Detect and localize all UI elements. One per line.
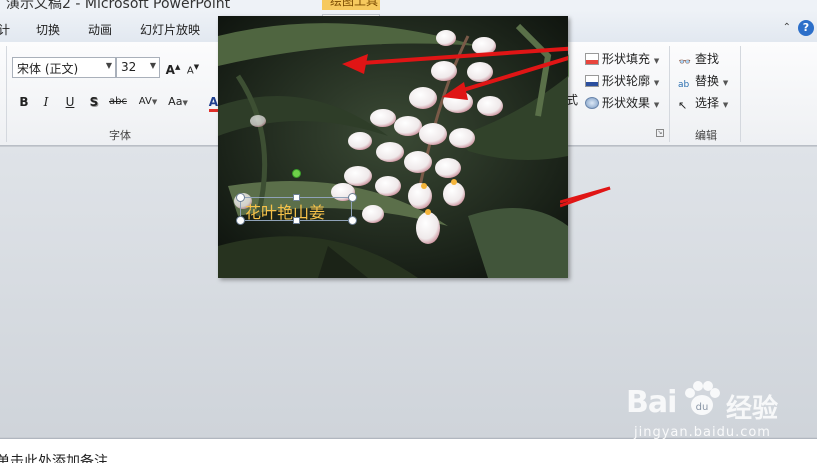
brand-text: 经验 xyxy=(726,394,779,424)
rotation-handle[interactable] xyxy=(292,169,301,178)
find-button[interactable]: 👓 查找 xyxy=(678,50,719,69)
font-group-label: 字体 xyxy=(109,129,131,142)
shape-fill-label: 形状填充 xyxy=(602,52,651,66)
effects-icon xyxy=(585,97,599,109)
resize-handle[interactable] xyxy=(293,194,300,201)
tab-transitions[interactable]: 切换 xyxy=(36,21,60,38)
group-separator xyxy=(669,46,670,142)
grow-font-icon[interactable]: A▲ xyxy=(163,57,183,77)
tab-slideshow[interactable]: 幻灯片放映 xyxy=(140,21,200,38)
binoculars-icon: 👓 xyxy=(678,57,692,68)
font-name-value: 宋体 (正文) xyxy=(17,62,79,76)
notes-placeholder: 单击此处添加备注 xyxy=(0,454,108,463)
help-icon[interactable]: ? xyxy=(798,20,814,36)
font-size-value: 32 xyxy=(121,60,137,74)
contextual-tab-header: 绘图工具 xyxy=(322,0,380,10)
resize-handle[interactable] xyxy=(236,216,245,225)
font-color-label: A xyxy=(208,95,219,112)
select-label: 选择 xyxy=(695,96,720,110)
pencil-icon xyxy=(585,75,599,87)
tab-animations[interactable]: 动画 xyxy=(88,21,112,38)
editing-group-label: 编辑 xyxy=(695,129,717,142)
replace-icon: ab xyxy=(678,80,690,90)
window-title: 演示文稿2 - Microsoft PowerPoint xyxy=(6,0,231,10)
textbox-text: 花叶艳山姜 xyxy=(245,203,326,222)
dialog-launcher-icon[interactable]: ↘ xyxy=(656,129,664,137)
shape-effects-button[interactable]: 形状效果 ▼ xyxy=(585,94,659,111)
shape-fill-button[interactable]: 形状填充 ▼ xyxy=(585,50,659,67)
replace-button[interactable]: ab 替换 ▼ xyxy=(678,72,728,92)
tab-design[interactable]: 计 xyxy=(0,21,10,38)
annotation-arrow-tail xyxy=(560,186,611,208)
contextual-tab-title: 绘图工具 xyxy=(330,0,379,8)
baidu-watermark: Bai du 经验 jingyan.baidu.com xyxy=(626,375,806,445)
shape-outline-button[interactable]: 形状轮廓 ▼ xyxy=(585,72,659,89)
slide[interactable] xyxy=(218,16,568,278)
underline-button[interactable]: U xyxy=(60,92,80,112)
resize-handle[interactable] xyxy=(348,216,357,225)
chevron-down-icon: ▼ xyxy=(105,61,112,70)
svg-text:du: du xyxy=(696,402,709,413)
shape-effects-label: 形状效果 xyxy=(602,96,651,110)
paint-bucket-icon xyxy=(585,53,599,65)
change-case-button[interactable]: Aa▼ xyxy=(166,92,190,112)
character-spacing-label: AV xyxy=(138,96,152,107)
flower-photo xyxy=(218,16,568,278)
watermark-url: jingyan.baidu.com xyxy=(634,425,771,440)
title-bar: 演示文稿2 - Microsoft PowerPoint 绘图工具 xyxy=(0,0,817,10)
resize-handle[interactable] xyxy=(348,193,357,202)
shape-outline-label: 形状轮廓 xyxy=(602,74,651,88)
change-case-label: Aa xyxy=(168,95,183,108)
ribbon-minimize-icon[interactable]: ⌃ xyxy=(783,22,791,33)
replace-label: 替换 xyxy=(695,74,720,88)
select-button[interactable]: ↖ 选择 ▼ xyxy=(678,94,728,112)
shadow-button[interactable]: S xyxy=(84,92,104,112)
resize-handle[interactable] xyxy=(293,217,300,224)
resize-handle[interactable] xyxy=(236,193,245,202)
chevron-down-icon: ▼ xyxy=(149,61,156,70)
character-spacing-button[interactable]: AV▼ xyxy=(136,92,160,112)
bold-button[interactable]: B xyxy=(14,92,34,112)
strikethrough-button[interactable]: abc xyxy=(108,92,128,112)
font-size-select[interactable]: 32 ▼ xyxy=(116,57,160,78)
baidu-logo-text: Bai xyxy=(626,385,677,420)
group-separator xyxy=(740,46,741,142)
italic-button[interactable]: I xyxy=(36,92,56,112)
cursor-icon: ↖ xyxy=(678,99,688,112)
paw-icon: du xyxy=(685,381,720,415)
font-name-select[interactable]: 宋体 (正文) ▼ xyxy=(12,57,116,78)
shrink-font-icon[interactable]: A▼ xyxy=(183,57,203,77)
group-separator xyxy=(6,46,7,142)
find-label: 查找 xyxy=(695,52,720,66)
